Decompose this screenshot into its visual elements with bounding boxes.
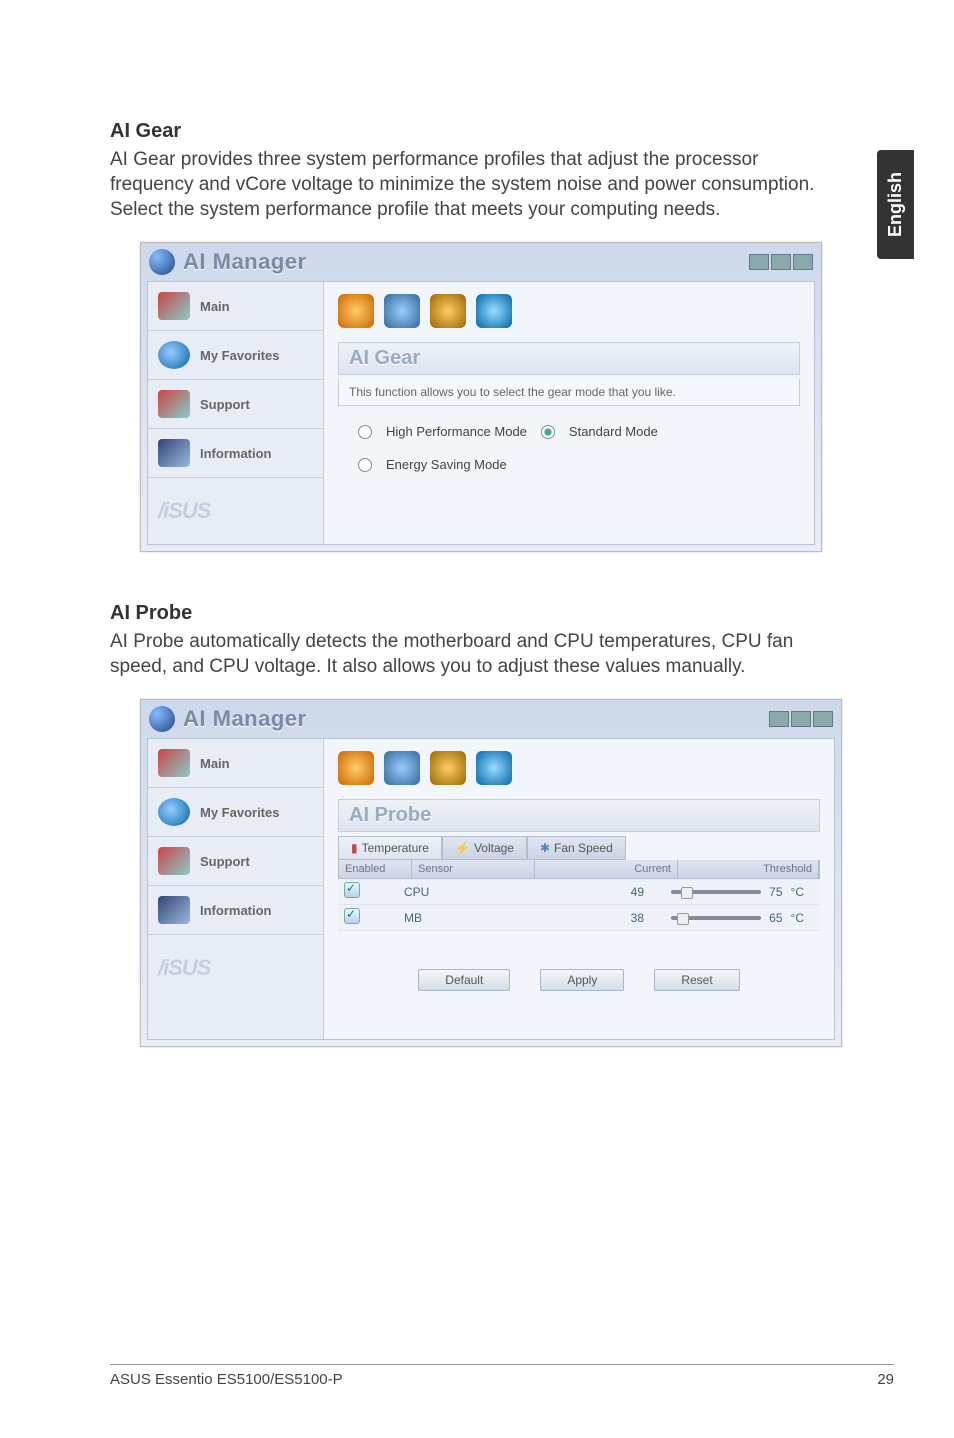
label-energy-saving: Energy Saving Mode	[386, 457, 507, 472]
gear-pane-desc: This function allows you to select the g…	[338, 379, 800, 406]
sidebar-item-information[interactable]: Information	[148, 429, 323, 478]
app-logo-icon	[149, 706, 175, 732]
toolbar-icon-3[interactable]	[430, 294, 466, 328]
col-sensor: Sensor	[412, 860, 535, 878]
sidebar-label-favorites: My Favorites	[200, 805, 279, 820]
app-logo-icon	[149, 249, 175, 275]
toolbar-icon-1[interactable]	[338, 294, 374, 328]
section1-body: AI Gear provides three system performanc…	[110, 147, 844, 222]
slider-mb[interactable]	[671, 916, 761, 920]
main-icon	[158, 292, 190, 320]
information-icon	[158, 439, 190, 467]
toolbar-icon-1[interactable]	[338, 751, 374, 785]
sidebar-label-main: Main	[200, 756, 230, 771]
window-controls[interactable]	[749, 254, 813, 270]
col-current: Current	[535, 860, 678, 878]
sidebar: Main My Favorites Support Information /i…	[148, 739, 324, 1039]
maximize-icon[interactable]	[771, 254, 791, 270]
toolbar	[338, 751, 820, 785]
radio-energy-saving[interactable]	[358, 458, 372, 472]
minimize-icon[interactable]	[749, 254, 769, 270]
sidebar-label-favorites: My Favorites	[200, 348, 279, 363]
sidebar-brand: /iSUS	[148, 478, 323, 544]
information-icon	[158, 896, 190, 924]
tab-temperature[interactable]: ▮Temperature	[338, 836, 442, 860]
probe-pane-title: AI Probe	[338, 799, 820, 832]
sidebar-label-information: Information	[200, 903, 272, 918]
favorites-icon	[158, 341, 190, 369]
tab-voltage[interactable]: ⚡Voltage	[442, 836, 527, 860]
close-icon[interactable]	[813, 711, 833, 727]
app-title: AI Manager	[183, 706, 307, 732]
sidebar-item-main[interactable]: Main	[148, 282, 323, 331]
sidebar-label-information: Information	[200, 446, 272, 461]
sidebar-item-favorites[interactable]: My Favorites	[148, 788, 323, 837]
current-cpu: 49	[514, 885, 644, 899]
sidebar-label-support: Support	[200, 397, 250, 412]
checkbox-cpu[interactable]	[344, 882, 360, 898]
toolbar-icon-4[interactable]	[476, 294, 512, 328]
sidebar-item-main[interactable]: Main	[148, 739, 323, 788]
footer-left: ASUS Essentio ES5100/ES5100-P	[110, 1371, 343, 1388]
reset-button[interactable]: Reset	[654, 969, 739, 991]
screenshot-ai-gear: AI Manager Main My Favorites Support Inf…	[140, 242, 822, 552]
close-icon[interactable]	[793, 254, 813, 270]
window-controls[interactable]	[769, 711, 833, 727]
unit-cpu: °C	[791, 885, 804, 899]
threshold-cpu: 75	[769, 885, 782, 899]
section2-body: AI Probe automatically detects the mothe…	[110, 629, 844, 679]
tab-fan-speed[interactable]: ✱Fan Speed	[527, 836, 626, 860]
footer-page-number: 29	[877, 1371, 894, 1388]
table-row: MB 38 65 °C	[338, 905, 820, 931]
label-standard: Standard Mode	[569, 424, 658, 439]
toolbar-icon-3[interactable]	[430, 751, 466, 785]
toolbar-icon-4[interactable]	[476, 751, 512, 785]
sidebar-item-support[interactable]: Support	[148, 837, 323, 886]
table-row: CPU 49 75 °C	[338, 879, 820, 905]
label-high-performance: High Performance Mode	[386, 424, 527, 439]
apply-button[interactable]: Apply	[540, 969, 624, 991]
favorites-icon	[158, 798, 190, 826]
app-title: AI Manager	[183, 249, 307, 275]
gear-pane-title: AI Gear	[338, 342, 800, 375]
support-icon	[158, 390, 190, 418]
tab-fan-speed-label: Fan Speed	[554, 841, 613, 855]
col-enabled: Enabled	[339, 860, 412, 878]
probe-tabs: ▮Temperature ⚡Voltage ✱Fan Speed	[338, 836, 820, 860]
support-icon	[158, 847, 190, 875]
tab-temperature-label: Temperature	[362, 841, 429, 855]
col-threshold: Threshold	[678, 860, 819, 878]
main-icon	[158, 749, 190, 777]
probe-table-header: Enabled Sensor Current Threshold	[338, 860, 820, 879]
section2-title: AI Probe	[110, 602, 844, 625]
threshold-mb: 65	[769, 911, 782, 925]
minimize-icon[interactable]	[769, 711, 789, 727]
sensor-cpu: CPU	[404, 885, 514, 899]
sidebar-item-favorites[interactable]: My Favorites	[148, 331, 323, 380]
toolbar-icon-2[interactable]	[384, 751, 420, 785]
unit-mb: °C	[791, 911, 804, 925]
tab-voltage-label: Voltage	[474, 841, 514, 855]
section1-title: AI Gear	[110, 120, 844, 143]
screenshot-ai-probe: AI Manager Main My Favorites Support Inf…	[140, 699, 842, 1047]
sidebar-brand: /iSUS	[148, 935, 323, 1001]
slider-cpu[interactable]	[671, 890, 761, 894]
maximize-icon[interactable]	[791, 711, 811, 727]
toolbar	[338, 294, 800, 328]
toolbar-icon-2[interactable]	[384, 294, 420, 328]
default-button[interactable]: Default	[418, 969, 510, 991]
language-tab: English	[877, 150, 914, 259]
radio-standard[interactable]	[541, 425, 555, 439]
sidebar: Main My Favorites Support Information /i…	[148, 282, 324, 544]
sidebar-item-support[interactable]: Support	[148, 380, 323, 429]
sidebar-label-support: Support	[200, 854, 250, 869]
sidebar-item-information[interactable]: Information	[148, 886, 323, 935]
radio-high-performance[interactable]	[358, 425, 372, 439]
checkbox-mb[interactable]	[344, 908, 360, 924]
sidebar-label-main: Main	[200, 299, 230, 314]
current-mb: 38	[514, 911, 644, 925]
sensor-mb: MB	[404, 911, 514, 925]
